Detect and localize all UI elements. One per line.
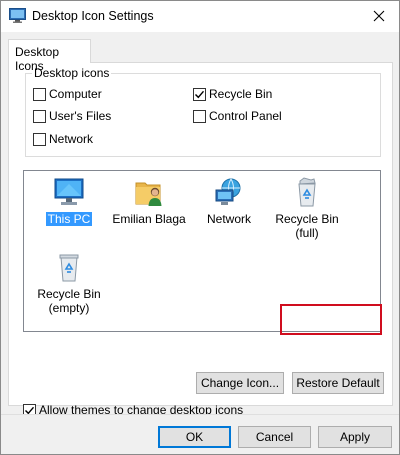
tab-desktop-icons[interactable]: Desktop Icons: [8, 39, 91, 73]
user-folder-icon: [135, 182, 162, 206]
list-item-label: Recycle Bin (full): [275, 212, 339, 240]
list-item-label: Recycle Bin (empty): [37, 287, 101, 315]
annotation-highlight-box: [280, 304, 382, 335]
this-pc-icon: [54, 178, 84, 205]
checkbox-box[interactable]: [33, 132, 46, 146]
checkbox-recycle-bin[interactable]: Recycle Bin: [193, 86, 272, 102]
tab-label: Desktop Icons: [15, 45, 60, 73]
dialog-footer: OK Cancel Apply: [1, 414, 399, 454]
checkbox-box[interactable]: [193, 87, 206, 101]
network-icon: [215, 178, 241, 205]
checkbox-computer[interactable]: Computer: [33, 86, 102, 102]
apply-button[interactable]: Apply: [318, 426, 392, 448]
dialog-window: Desktop Icon Settings Desktop Icons Desk…: [0, 0, 400, 455]
checkbox-network[interactable]: Network: [33, 131, 93, 147]
list-item-label: Network: [206, 212, 251, 226]
ok-button[interactable]: OK: [158, 426, 231, 448]
checkmark-icon: [195, 90, 205, 98]
list-item-label: Emilian Blaga: [112, 212, 186, 226]
checkbox-label: Recycle Bin: [209, 87, 273, 101]
title-bar[interactable]: Desktop Icon Settings: [1, 1, 399, 32]
change-icon-button[interactable]: Change Icon...: [196, 372, 284, 394]
tab-panel: Desktop icons Computer Recycle Bin User'…: [8, 62, 393, 417]
checkbox-label: User's Files: [49, 109, 112, 123]
close-button[interactable]: [363, 3, 395, 29]
recycle-bin-full-icon: [298, 177, 316, 207]
checkbox-box[interactable]: [193, 109, 206, 123]
checkbox-box[interactable]: [33, 87, 46, 101]
list-item-label: This PC: [45, 212, 93, 226]
checkbox-users-files[interactable]: User's Files: [33, 108, 111, 124]
checkbox-box[interactable]: [33, 109, 46, 123]
desktop-icons-group: Desktop icons Computer Recycle Bin User'…: [25, 66, 381, 157]
checkbox-label: Computer: [49, 87, 102, 101]
window-title: Desktop Icon Settings: [32, 9, 154, 23]
close-icon: [373, 10, 385, 22]
checkbox-control-panel[interactable]: Control Panel: [193, 108, 282, 124]
restore-default-button[interactable]: Restore Default: [292, 372, 384, 394]
display-settings-icon: [9, 8, 26, 23]
checkbox-label: Network: [49, 132, 94, 146]
cancel-button[interactable]: Cancel: [238, 426, 311, 448]
dialog-body: Desktop Icons Desktop icons Computer Rec…: [1, 32, 399, 417]
recycle-bin-empty-icon: [59, 254, 79, 282]
checkbox-label: Control Panel: [209, 109, 282, 123]
